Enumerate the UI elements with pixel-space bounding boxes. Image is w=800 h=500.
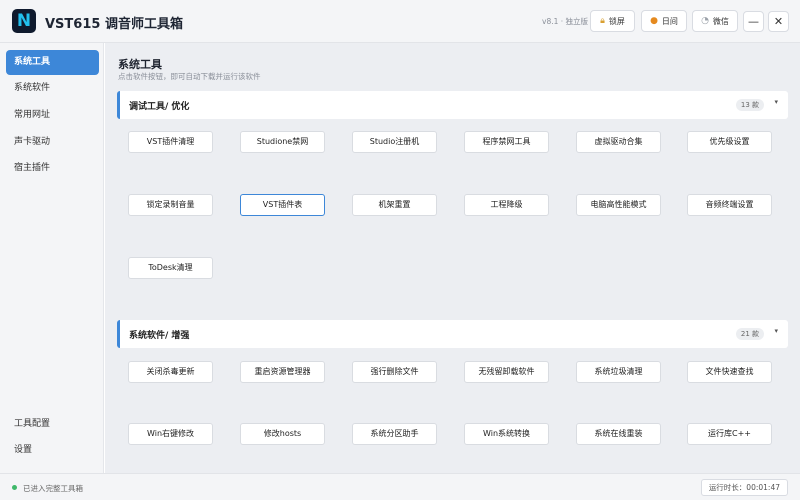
- tool-button[interactable]: Win右键修改: [128, 423, 213, 445]
- lock-screen-label: 锁屏: [608, 16, 625, 26]
- tool-button[interactable]: Studione禁网: [240, 131, 325, 153]
- tool-button[interactable]: 修改hosts: [240, 423, 325, 445]
- sidebar-item-common-sites[interactable]: 常用网址: [6, 103, 99, 128]
- tool-button[interactable]: VST插件清理: [128, 131, 213, 153]
- tool-button[interactable]: ToDesk清理: [128, 257, 213, 279]
- tool-button[interactable]: 系统分区助手: [352, 423, 437, 445]
- tool-button[interactable]: 锁定录制音量: [128, 194, 213, 216]
- tool-button[interactable]: 程序禁网工具: [464, 131, 549, 153]
- main-content: 系统工具 点击软件按钮，即可自动下载并运行该软件 调试工具/ 优化 13 款 ▾…: [105, 43, 800, 473]
- close-button[interactable]: ✕: [768, 11, 789, 32]
- tool-button[interactable]: 工程降级: [464, 194, 549, 216]
- page-subtitle: 点击软件按钮，即可自动下载并运行该软件: [118, 72, 261, 81]
- lock-icon: 🔒︎: [600, 15, 605, 26]
- tool-button[interactable]: 强行删除文件: [352, 361, 437, 383]
- lock-screen-button[interactable]: 🔒︎ 锁屏: [590, 10, 635, 32]
- tool-button[interactable]: VST插件表: [240, 194, 325, 216]
- tool-button[interactable]: 系统垃圾清理: [576, 361, 661, 383]
- tool-button[interactable]: 运行库C++: [687, 423, 772, 445]
- day-mode-label: 日间: [661, 16, 678, 26]
- wechat-button[interactable]: ◔ 微信: [692, 10, 738, 32]
- sidebar-item-host-plugins[interactable]: 宿主插件: [6, 156, 99, 181]
- status-text: 已进入完整工具箱: [23, 484, 83, 493]
- section-title: 调试工具/ 优化: [129, 102, 190, 112]
- version-label: v8.1 · 独立版: [542, 17, 589, 26]
- tool-button[interactable]: 机架重置: [352, 194, 437, 216]
- page-title: 系统工具: [118, 58, 162, 71]
- count-badge: 13 款: [735, 99, 764, 111]
- chevron-down-icon[interactable]: ▾: [774, 98, 778, 106]
- tool-button[interactable]: 文件快速查找: [687, 361, 772, 383]
- tool-button[interactable]: 无残留卸载软件: [464, 361, 549, 383]
- day-mode-button[interactable]: ● 日间: [641, 10, 687, 32]
- runtime-badge: 运行时长：00:01:47: [700, 479, 788, 496]
- tool-button[interactable]: Studio注册机: [352, 131, 437, 153]
- status-bar: 已进入完整工具箱 运行时长：00:01:47: [0, 473, 800, 500]
- tool-button[interactable]: Win系统转换: [464, 423, 549, 445]
- section-header-debug-tools[interactable]: 调试工具/ 优化 13 款 ▾: [117, 91, 788, 119]
- sidebar-item-sound-card-drivers[interactable]: 声卡驱动: [6, 130, 99, 155]
- sidebar-item-tool-config[interactable]: 工具配置: [6, 412, 99, 437]
- tool-button[interactable]: 系统在线重装: [576, 423, 661, 445]
- wechat-icon: ◔: [701, 15, 709, 26]
- sidebar-item-system-software[interactable]: 系统软件: [6, 76, 99, 101]
- tool-button[interactable]: 优先级设置: [687, 131, 772, 153]
- sidebar: 系统工具 系统软件 常用网址 声卡驱动 宿主插件 工具配置 设置: [0, 43, 104, 473]
- tool-button[interactable]: 音频终端设置: [687, 194, 772, 216]
- sidebar-item-system-tools[interactable]: 系统工具: [6, 50, 99, 75]
- tool-button[interactable]: 电脑高性能模式: [576, 194, 661, 216]
- section-title: 系统软件/ 增强: [129, 331, 190, 341]
- app-logo: N: [12, 9, 36, 33]
- tool-button[interactable]: 虚拟驱动合集: [576, 131, 661, 153]
- section-header-system-software[interactable]: 系统软件/ 增强 21 款 ▾: [117, 320, 788, 348]
- tool-button[interactable]: 重启资源管理器: [240, 361, 325, 383]
- wechat-label: 微信: [712, 16, 729, 26]
- calendar-icon: ●: [650, 15, 658, 26]
- tool-button[interactable]: 关闭杀毒更新: [128, 361, 213, 383]
- app-title: VST615 调音师工具箱: [45, 17, 183, 32]
- chevron-down-icon[interactable]: ▾: [774, 327, 778, 335]
- minimize-button[interactable]: —: [743, 11, 764, 32]
- title-bar: N VST615 调音师工具箱 v8.1 · 独立版 🔒︎ 锁屏 ● 日间 ◔ …: [0, 0, 800, 43]
- status-indicator: [12, 485, 17, 490]
- count-badge: 21 款: [735, 328, 764, 340]
- sidebar-item-settings[interactable]: 设置: [6, 438, 99, 463]
